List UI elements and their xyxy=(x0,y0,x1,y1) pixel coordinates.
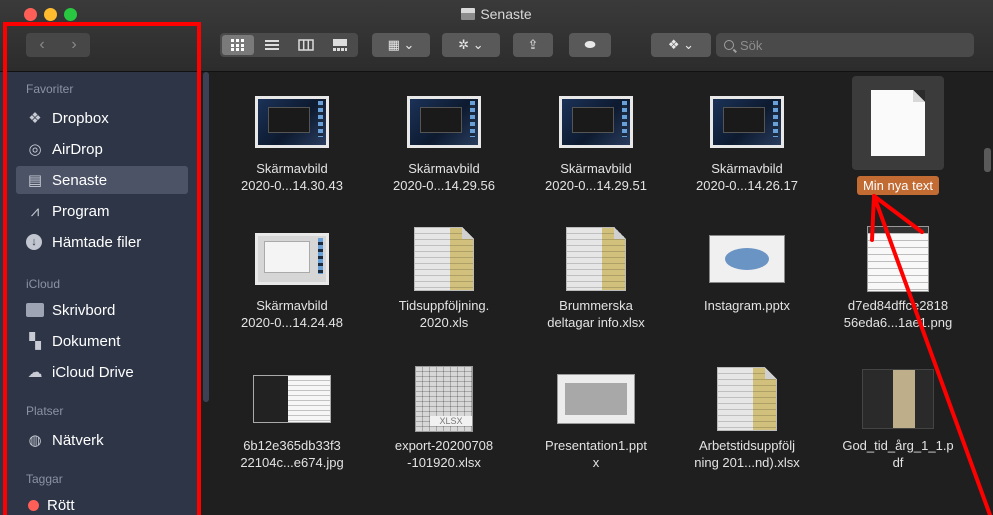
annotation-rectangle xyxy=(3,22,201,515)
file-grid: Skärmavbild 2020-0...14.30.43 Skärmavbild… xyxy=(210,72,993,515)
file-item[interactable]: Instagram.pptx xyxy=(673,227,821,314)
file-name: Tidsuppföljning. 2020.xls xyxy=(398,298,490,330)
file-item[interactable]: 6b12e365db33f3 22104c...e674.jpg xyxy=(218,367,366,471)
file-name: Skärmavbild 2020-0...14.26.17 xyxy=(696,161,798,193)
file-name: export-20200708 -101920.xlsx xyxy=(394,438,494,470)
file-name: Skärmavbild 2020-0...14.29.51 xyxy=(545,161,647,193)
window-title-text: Senaste xyxy=(480,6,532,22)
search-placeholder: Sök xyxy=(740,37,763,53)
finder-window: Senaste ‹ › ▦ ⌄ ✲ ⌄ ⇪ ⬬ ❖ ⌄ Sök Favorite… xyxy=(0,0,993,515)
screenshot-thumbnail xyxy=(407,96,481,148)
gallery-view-icon xyxy=(333,39,347,51)
file-name: Skärmavbild 2020-0...14.24.48 xyxy=(241,298,343,330)
presentation-thumbnail xyxy=(709,235,785,283)
file-name: Presentation1.ppt x xyxy=(545,438,647,470)
file-item[interactable]: Brummerska deltagar info.xlsx xyxy=(522,227,670,331)
file-item[interactable]: Skärmavbild 2020-0...14.29.56 xyxy=(370,90,518,194)
file-item[interactable]: Arbetstidsuppfölj ning 201...nd).xlsx xyxy=(673,367,821,471)
file-item[interactable]: Presentation1.ppt x xyxy=(522,367,670,471)
file-name: Instagram.pptx xyxy=(704,298,790,313)
rename-field[interactable]: Min nya text xyxy=(856,176,940,195)
file-name: Skärmavbild 2020-0...14.30.43 xyxy=(241,161,343,193)
file-item[interactable]: Skärmavbild 2020-0...14.29.51 xyxy=(522,90,670,194)
search-icon xyxy=(724,40,734,50)
file-name: God_tid_årg_1_1.p df xyxy=(842,438,954,470)
presentation-thumbnail xyxy=(557,374,635,424)
file-name: Brummerska deltagar info.xlsx xyxy=(547,298,645,330)
search-field[interactable]: Sök xyxy=(716,33,974,57)
screenshot-thumbnail xyxy=(559,96,633,148)
window-title: Senaste xyxy=(0,6,993,22)
xlsx-thumbnail-label: XLSX xyxy=(430,416,472,426)
file-item[interactable]: d7ed84dffce2818 56eda6...1ae1.png xyxy=(824,226,972,331)
file-item[interactable]: Skärmavbild 2020-0...14.30.43 xyxy=(218,90,366,194)
spreadsheet-thumbnail xyxy=(414,227,474,291)
screenshot-thumbnail xyxy=(710,96,784,148)
screenshot-thumbnail xyxy=(255,233,329,285)
file-item[interactable]: God_tid_årg_1_1.p df xyxy=(824,367,972,471)
file-name: d7ed84dffce2818 56eda6...1ae1.png xyxy=(843,298,953,330)
share-button[interactable]: ⇪ xyxy=(513,33,553,57)
grid-view-icon xyxy=(231,39,244,51)
pdf-thumbnail xyxy=(862,369,934,429)
sidebar-scrollbar[interactable] xyxy=(203,72,209,402)
column-view-button[interactable] xyxy=(290,35,322,55)
dropbox-menu-button[interactable]: ❖ ⌄ xyxy=(651,33,711,57)
spreadsheet-thumbnail xyxy=(566,227,626,291)
file-name: Skärmavbild 2020-0...14.29.56 xyxy=(393,161,495,193)
group-by-button[interactable]: ▦ ⌄ xyxy=(372,33,430,57)
text-document-thumbnail xyxy=(871,90,925,156)
image-thumbnail xyxy=(867,226,929,292)
action-gear-button[interactable]: ✲ ⌄ xyxy=(442,33,500,57)
spreadsheet-thumbnail xyxy=(717,367,777,431)
image-thumbnail xyxy=(253,375,331,423)
file-name: Arbetstidsuppfölj ning 201...nd).xlsx xyxy=(694,438,800,470)
screenshot-thumbnail xyxy=(255,96,329,148)
file-name: 6b12e365db33f3 22104c...e674.jpg xyxy=(240,438,344,470)
file-item[interactable]: Skärmavbild 2020-0...14.24.48 xyxy=(218,227,366,331)
file-item[interactable]: Skärmavbild 2020-0...14.26.17 xyxy=(673,90,821,194)
selection-highlight xyxy=(852,76,944,170)
file-item[interactable]: Tidsuppföljning. 2020.xls xyxy=(370,227,518,331)
list-view-icon xyxy=(265,40,279,50)
view-mode-segmented-control xyxy=(220,33,358,57)
spreadsheet-thumbnail: XLSX xyxy=(415,366,473,432)
file-item[interactable]: XLSX export-20200708 -101920.xlsx xyxy=(370,366,518,471)
icon-view-button[interactable] xyxy=(222,35,254,55)
gallery-view-button[interactable] xyxy=(324,35,356,55)
list-view-button[interactable] xyxy=(256,35,288,55)
column-view-icon xyxy=(298,39,314,51)
recents-folder-icon xyxy=(461,8,476,20)
file-item-selected[interactable]: Min nya text xyxy=(824,76,972,195)
content-scrollbar[interactable] xyxy=(984,148,991,172)
edit-tags-button[interactable]: ⬬ xyxy=(569,33,611,57)
